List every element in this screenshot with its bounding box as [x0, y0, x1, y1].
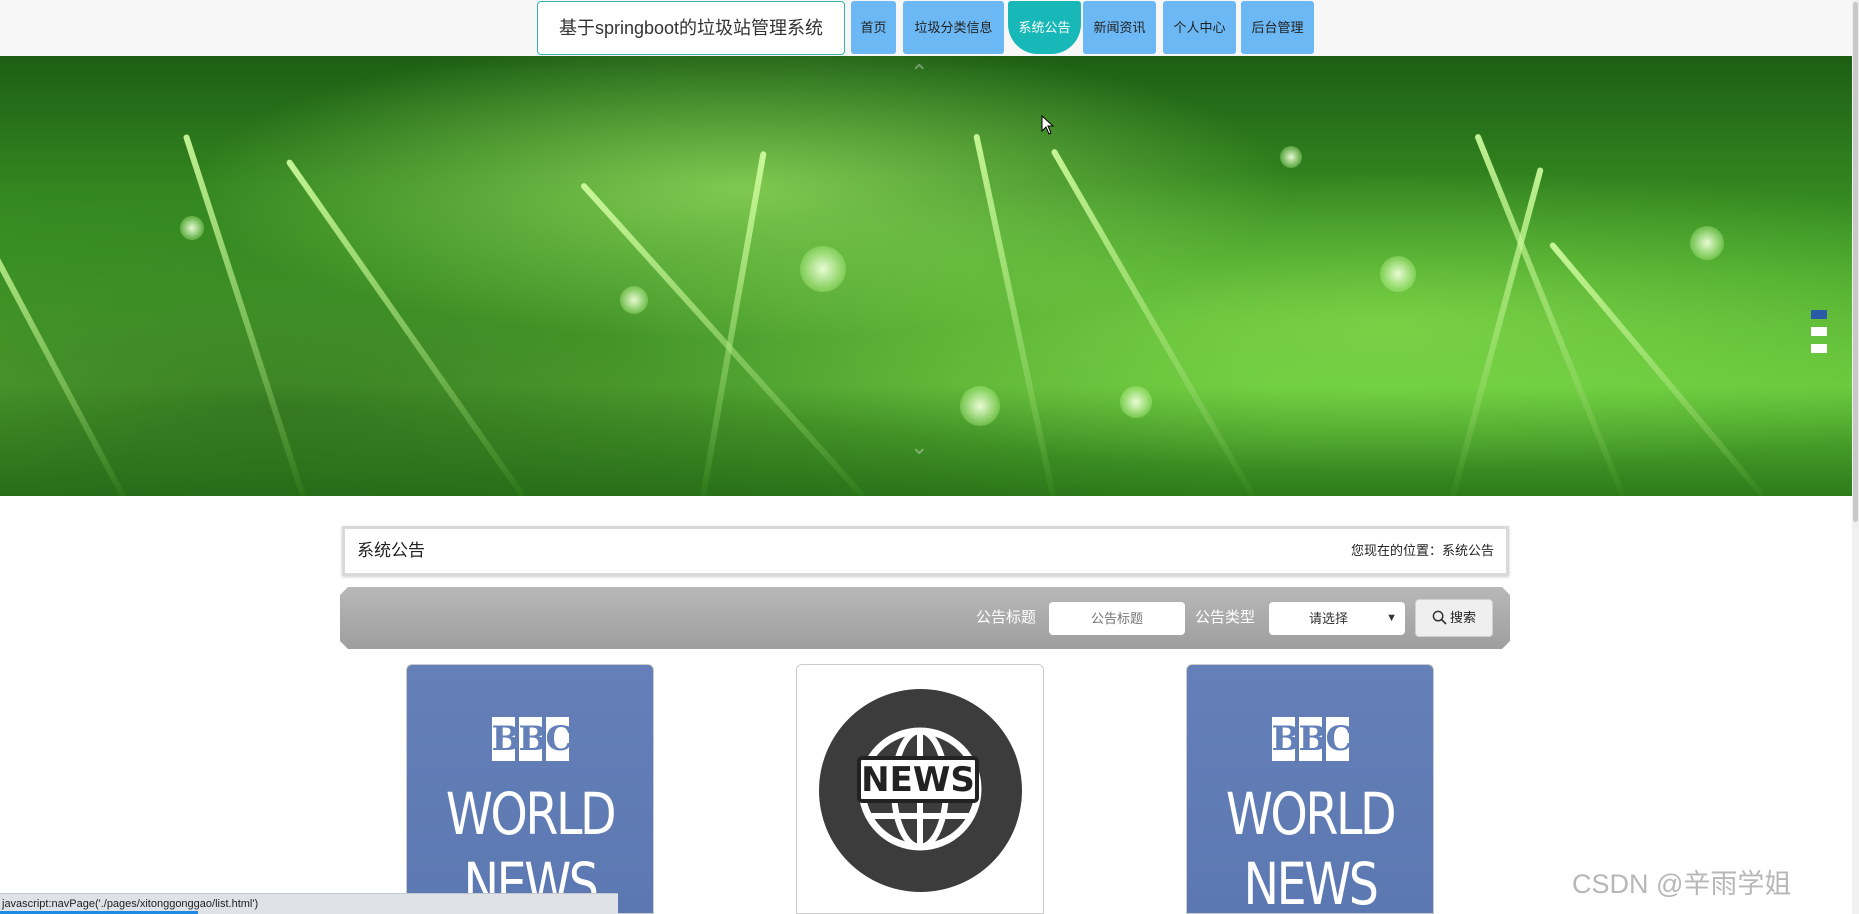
notice-type-value: 请选择: [1309, 611, 1349, 626]
bbc-letter: B: [1298, 717, 1328, 761]
grass-blade: [0, 212, 126, 496]
bbc-logo: BBC: [407, 717, 653, 761]
water-droplet: [1120, 386, 1152, 418]
grass-blade: [1474, 133, 1626, 496]
grass-blade: [1450, 166, 1544, 496]
notice-title-label: 公告标题: [976, 609, 1037, 626]
water-droplet: [960, 386, 1000, 426]
nav-admin[interactable]: 后台管理: [1241, 1, 1314, 54]
bbc-letter: C: [545, 717, 573, 761]
site-title: 基于springboot的垃圾站管理系统: [537, 1, 845, 55]
chevron-up-icon[interactable]: ⌃: [910, 60, 928, 86]
notice-card-2[interactable]: NEWS: [796, 664, 1044, 914]
nav-system-notice[interactable]: 系统公告: [1008, 1, 1081, 54]
grass-blade: [579, 181, 866, 496]
banner-carousel[interactable]: ⌃ ⌄: [0, 56, 1852, 496]
water-droplet: [180, 216, 204, 240]
notice-type-label: 公告类型: [1195, 609, 1256, 626]
page-title: 系统公告: [357, 541, 425, 560]
chevron-down-icon[interactable]: ⌄: [910, 434, 928, 460]
bbc-letter: B: [1271, 717, 1301, 761]
status-url: javascript:navPage('./pages/xitonggongga…: [2, 898, 259, 910]
grass-blade: [182, 133, 306, 496]
water-droplet: [800, 246, 846, 292]
carousel-dot-3[interactable]: [1811, 344, 1827, 353]
breadcrumb: 系统公告 您现在的位置：系统公告: [342, 526, 1509, 576]
news-label: NEWS: [857, 756, 979, 803]
chevron-down-icon: ▼: [1386, 612, 1397, 624]
watermark: CSDN @辛雨学姐: [1572, 869, 1792, 899]
water-droplet: [1280, 146, 1302, 168]
nav-news[interactable]: 新闻资讯: [1083, 1, 1156, 54]
carousel-dot-1[interactable]: [1811, 310, 1827, 319]
water-droplet: [1690, 226, 1724, 260]
notice-title-input[interactable]: [1049, 602, 1185, 635]
top-nav: 基于springboot的垃圾站管理系统 首页 垃圾分类信息 系统公告 新闻资讯…: [0, 0, 1859, 56]
page-scrollbar[interactable]: [1852, 0, 1859, 914]
bbc-line1: WORLD: [1225, 780, 1397, 848]
grass-blade: [1050, 148, 1256, 496]
breadcrumb-location: 您现在的位置：系统公告: [1350, 543, 1494, 558]
search-icon: [1432, 610, 1447, 625]
bbc-line1: WORLD: [445, 780, 617, 848]
bbc-letter: B: [491, 717, 521, 761]
grass-blade: [1548, 241, 1766, 496]
search-button-label: 搜索: [1449, 610, 1476, 625]
carousel-dot-2[interactable]: [1811, 327, 1827, 336]
notice-type-select[interactable]: 请选择 ▼: [1269, 602, 1405, 635]
browser-status-bar: javascript:navPage('./pages/xitonggongga…: [0, 893, 618, 914]
grass-blade: [285, 158, 526, 496]
nav-garbage-classification[interactable]: 垃圾分类信息: [903, 1, 1004, 54]
bbc-line2: NEWS: [1243, 850, 1378, 914]
scrollbar-thumb[interactable]: [1853, 2, 1858, 522]
search-bar: 公告标题 公告类型 请选择 ▼ 搜索: [340, 587, 1510, 649]
water-droplet: [620, 286, 648, 314]
notice-card-1[interactable]: BBC WORLD NEWS: [406, 664, 654, 914]
nav-personal-center[interactable]: 个人中心: [1163, 1, 1236, 54]
notice-card-3[interactable]: BBC WORLD NEWS: [1186, 664, 1434, 914]
bbc-letter: C: [1325, 717, 1353, 761]
nav-home[interactable]: 首页: [851, 1, 896, 54]
mouse-cursor-icon: [1041, 115, 1055, 135]
bbc-logo: BBC: [1187, 717, 1433, 761]
search-button[interactable]: 搜索: [1415, 599, 1493, 637]
water-droplet: [1380, 256, 1416, 292]
grass-blade: [973, 133, 1056, 496]
carousel-indicators: [1811, 310, 1827, 361]
bbc-letter: B: [518, 717, 548, 761]
